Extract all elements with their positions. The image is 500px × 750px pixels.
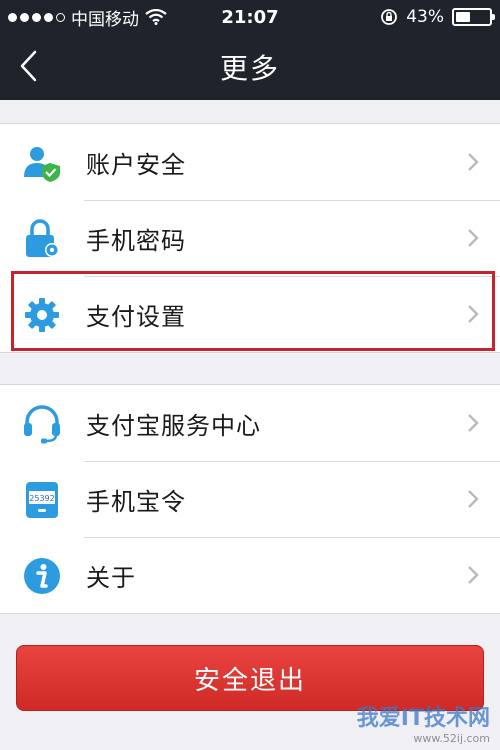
menu-item-payment-settings[interactable]: 支付设置	[0, 276, 500, 352]
nav-bar: 更多	[0, 34, 500, 100]
menu-item-label: 关于	[86, 563, 136, 592]
menu-item-service-center[interactable]: 支付宝服务中心	[0, 385, 500, 461]
chevron-right-icon	[468, 566, 479, 584]
menu-item-phone-password[interactable]: 手机密码	[0, 200, 500, 276]
token-code: 25392	[29, 494, 54, 503]
chevron-right-icon	[468, 153, 479, 171]
chevron-right-icon	[468, 414, 479, 432]
chevron-right-icon	[468, 490, 479, 508]
token-device-icon: 25392	[22, 480, 62, 520]
battery-area: 43%	[380, 7, 495, 27]
menu-item-label: 账户安全	[86, 150, 186, 179]
watermark: 我爱IT技术网 www.52ij.com	[300, 700, 500, 750]
menu-item-label: 手机宝令	[86, 487, 186, 516]
menu-item-account-security[interactable]: 账户安全	[0, 124, 500, 200]
status-bar: 中国移动 21:07 43%	[0, 0, 500, 34]
battery-percent: 43%	[406, 7, 444, 27]
menu-item-label: 手机密码	[86, 226, 186, 255]
settings-group-account: 账户安全 手机密码 支付设置	[0, 123, 500, 353]
info-icon	[22, 556, 62, 596]
settings-group-service: 支付宝服务中心 25392 手机宝令 关于	[0, 384, 500, 614]
menu-item-label: 支付设置	[86, 302, 186, 331]
chevron-right-icon	[468, 305, 479, 323]
menu-item-label: 支付宝服务中心	[86, 411, 261, 440]
top-bar: 中国移动 21:07 43% 更多	[0, 0, 500, 100]
user-shield-icon	[22, 143, 62, 183]
headset-icon	[22, 404, 62, 444]
watermark-text: 我爱IT技术网	[356, 706, 490, 731]
back-button[interactable]	[10, 46, 50, 86]
menu-item-mobile-token[interactable]: 25392 手机宝令	[0, 461, 500, 537]
rotation-lock-icon	[381, 9, 398, 25]
watermark-url: www.52ij.com	[413, 732, 490, 745]
gear-icon	[22, 295, 62, 335]
battery-icon	[452, 8, 495, 26]
menu-item-about[interactable]: 关于	[0, 537, 500, 613]
chevron-right-icon	[468, 229, 479, 247]
page-title: 更多	[219, 52, 280, 85]
lock-gear-icon	[22, 219, 62, 259]
